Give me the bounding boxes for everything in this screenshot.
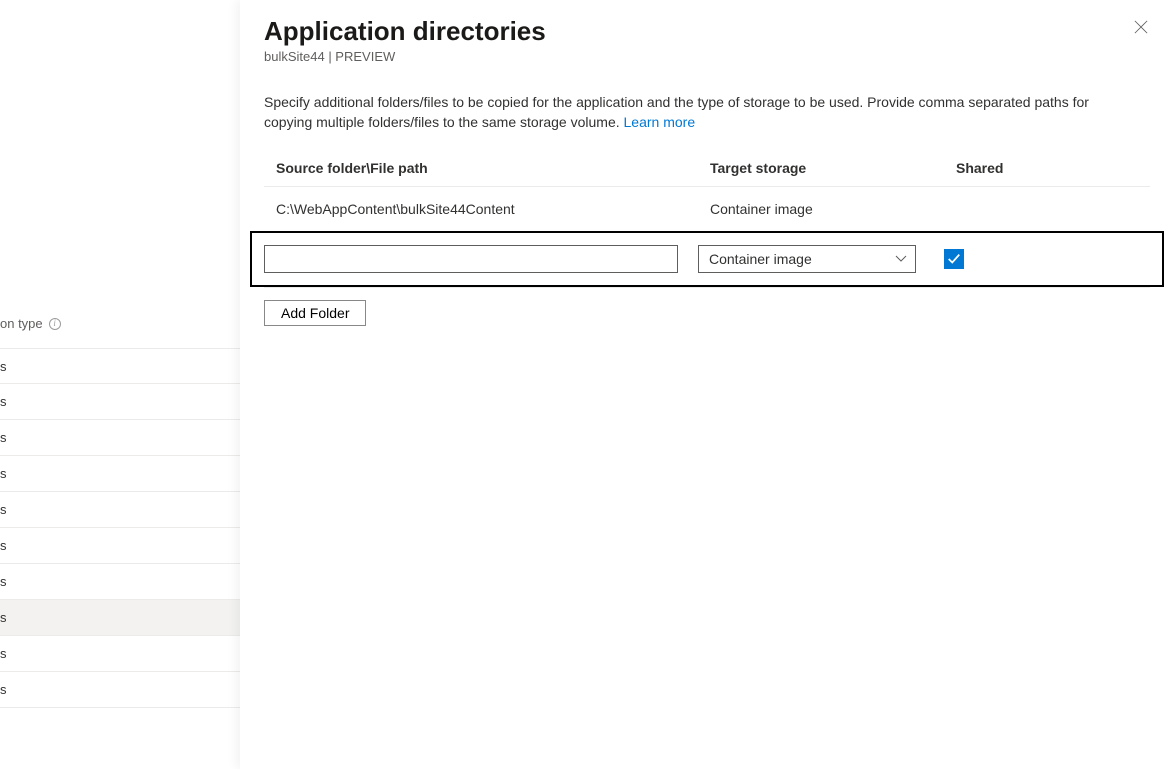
- sidebar-item[interactable]: s: [0, 384, 240, 420]
- check-icon: [947, 252, 961, 266]
- blade-description: Specify additional folders/files to be c…: [264, 92, 1124, 132]
- target-storage-select[interactable]: Container image: [698, 245, 916, 273]
- sidebar-item[interactable]: s: [0, 492, 240, 528]
- sidebar-item[interactable]: s: [0, 636, 240, 672]
- chevron-down-icon: [895, 253, 907, 265]
- table-row: C:\WebAppContent\bulkSite44Content Conta…: [264, 187, 1150, 231]
- left-list: ssssssssss: [0, 348, 240, 708]
- page-subtitle: bulkSite44 | PREVIEW: [264, 49, 1150, 64]
- learn-more-link[interactable]: Learn more: [624, 114, 696, 130]
- sidebar-item[interactable]: s: [0, 456, 240, 492]
- sidebar-item[interactable]: s: [0, 420, 240, 456]
- page-title: Application directories: [264, 16, 1150, 47]
- source-path-input[interactable]: [264, 245, 678, 273]
- blade-header: Application directories bulkSite44 | PRE…: [264, 16, 1150, 64]
- sidebar-item[interactable]: s: [0, 672, 240, 708]
- directories-table: Source folder\File path Target storage S…: [264, 160, 1150, 288]
- sidebar-item[interactable]: s: [0, 528, 240, 564]
- sidebar-item[interactable]: s: [0, 564, 240, 600]
- row-source-value: C:\WebAppContent\bulkSite44Content: [276, 201, 710, 217]
- blade-panel: Application directories bulkSite44 | PRE…: [240, 0, 1174, 769]
- close-icon: [1134, 20, 1148, 34]
- shared-checkbox[interactable]: [944, 249, 964, 269]
- table-header: Source folder\File path Target storage S…: [264, 160, 1150, 187]
- sidebar-item[interactable]: s: [0, 600, 240, 636]
- sidebar-item[interactable]: s: [0, 348, 240, 384]
- col-header-target: Target storage: [710, 160, 956, 176]
- col-header-source: Source folder\File path: [276, 160, 710, 176]
- table-row-editing: Container image: [250, 231, 1164, 287]
- info-icon[interactable]: i: [49, 318, 61, 330]
- select-value: Container image: [709, 251, 812, 267]
- left-label: on type i: [0, 316, 61, 331]
- close-button[interactable]: [1132, 20, 1150, 38]
- add-folder-button[interactable]: Add Folder: [264, 300, 366, 326]
- left-label-text: on type: [0, 316, 43, 331]
- left-sidebar: on type i ssssssssss: [0, 0, 240, 769]
- row-target-value: Container image: [710, 201, 956, 217]
- col-header-shared: Shared: [956, 160, 1036, 176]
